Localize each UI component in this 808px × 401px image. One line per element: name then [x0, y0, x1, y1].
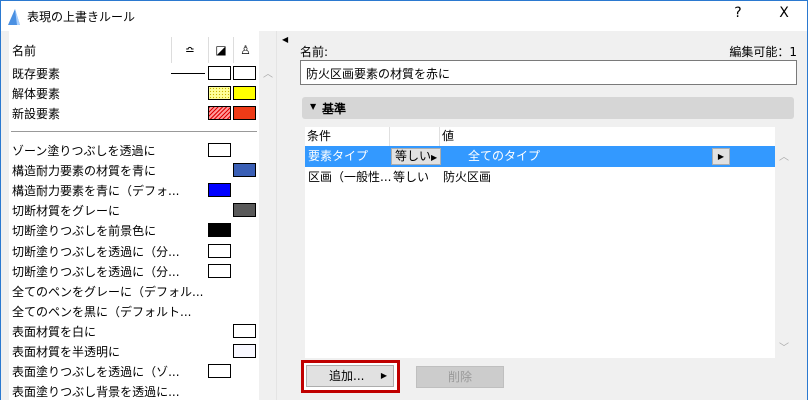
surface-color-swatch — [233, 86, 256, 100]
list-item[interactable]: 切断塗りつぶしを前景色に — [9, 220, 259, 240]
condition-cell: 区画（一般性... — [308, 170, 392, 184]
operator-cell: 等しい — [393, 170, 430, 184]
add-label: 追加... — [329, 369, 365, 383]
item-label: 切断材質をグレーに — [12, 204, 121, 219]
item-label: 新設要素 — [12, 107, 61, 121]
criteria-section-header[interactable]: ▼ 基準 — [302, 97, 794, 119]
list-item[interactable]: 既存要素 — [9, 63, 259, 83]
name-label: 名前: — [300, 45, 329, 59]
condition-cell: 要素タイプ — [308, 149, 369, 163]
value-menu-button[interactable]: ▶ — [712, 148, 730, 165]
fill-column-icon[interactable]: ◪ — [208, 37, 233, 63]
surface-color-swatch — [233, 163, 256, 178]
separator — [11, 131, 257, 132]
list-header: 名前 ≏ ◪ ♙ — [9, 37, 259, 63]
item-label: 切断塗りつぶしを前景色に — [12, 224, 157, 239]
scroll-up-icon[interactable]: ︿ — [263, 65, 273, 80]
line-column-icon[interactable]: ≏ — [171, 37, 208, 63]
list-item[interactable]: ゾーン塗りつぶしを透過に — [9, 140, 259, 160]
operator-value: 等しい — [395, 149, 432, 163]
header-value: 値 — [442, 129, 455, 143]
header-operator — [390, 127, 440, 146]
item-label: 構造耐力要素を青に（デフォ... — [12, 184, 180, 199]
list-item[interactable]: 全てのペンを黒に（デフォルト... — [9, 301, 259, 321]
item-label: 全てのペンを黒に（デフォルト... — [12, 304, 192, 319]
criteria-table: 条件 値 要素タイプ 等しい▶ 全てのタイプ ▶ 区画（一般性... 等しい 防… — [305, 127, 775, 358]
list-item[interactable]: 表面塗りつぶし背景を透過に... — [9, 381, 259, 401]
app-logo-icon — [8, 9, 20, 25]
item-label: 解体要素 — [12, 87, 61, 101]
list-item[interactable]: 切断塗りつぶしを透過に（分... — [9, 261, 259, 281]
fill-color-swatch — [208, 243, 231, 258]
item-label: 表面材質を半透明に — [12, 345, 121, 359]
surface-color-swatch — [233, 203, 256, 218]
fill-color-swatch — [208, 86, 231, 100]
item-label: 表面塗りつぶしを透過に（ゾ... — [12, 365, 180, 380]
fill-color-swatch — [208, 143, 231, 157]
fill-color-swatch — [208, 263, 231, 278]
column-name: 名前 — [12, 44, 37, 58]
window-title: 表現の上書きルール — [27, 10, 136, 24]
value-cell: 防火区画 — [443, 170, 492, 184]
submenu-arrow-icon: ▶ — [380, 371, 387, 380]
fill-color-swatch — [208, 364, 231, 379]
help-button[interactable]: ? — [723, 5, 753, 21]
list-item[interactable]: 表面塗りつぶしを透過に（ゾ... — [9, 361, 259, 381]
surface-color-swatch — [233, 323, 256, 338]
item-label: 切断塗りつぶしを透過に（分... — [12, 244, 180, 259]
item-label: 表面塗りつぶし背景を透過に... — [12, 385, 180, 400]
collapse-triangle-icon: ▼ — [310, 102, 317, 111]
add-button[interactable]: 追加... ▶ — [306, 365, 394, 387]
item-label: 既存要素 — [12, 67, 61, 81]
list-item[interactable]: 表面材質を白に — [9, 321, 259, 341]
table-row[interactable]: 要素タイプ 等しい▶ 全てのタイプ ▶ — [305, 146, 775, 167]
item-label: 構造耐力要素の材質を青に — [12, 164, 157, 179]
header-condition: 条件 — [305, 127, 390, 146]
scroll-up-icon[interactable]: ︿ — [779, 148, 789, 163]
fill-color-swatch — [208, 106, 231, 120]
list-item[interactable]: 切断塗りつぶしを透過に（分... — [9, 241, 259, 261]
close-button[interactable]: X — [769, 5, 799, 21]
fill-color-swatch — [208, 66, 231, 80]
fill-color-swatch — [208, 183, 231, 198]
value-cell: 全てのタイプ — [468, 149, 541, 163]
item-label: 表面材質を白に — [12, 324, 97, 339]
operator-dropdown[interactable]: 等しい▶ — [391, 148, 442, 165]
scroll-down-icon[interactable]: ﹀ — [779, 339, 789, 354]
rule-name-input[interactable]: 防火区画要素の材質を赤に — [300, 60, 797, 85]
editable-count: 編集可能：1 — [729, 45, 797, 59]
list-item[interactable]: 切断材質をグレーに — [9, 200, 259, 220]
arrow-right-icon: ▶ — [431, 153, 438, 162]
rules-list-panel: 名前 ≏ ◪ ♙ 既存要素 解体要素 新設要素 ゾーン塗りつぶしを透過に 構造耐力要素… — [1, 31, 276, 400]
section-title: 基準 — [322, 102, 347, 116]
line-swatch — [171, 73, 205, 74]
collapse-left-icon[interactable]: ◀ — [282, 35, 288, 44]
surface-color-swatch — [233, 66, 256, 80]
list-item[interactable]: 構造耐力要素の材質を青に — [9, 160, 259, 180]
delete-button[interactable]: 削除 — [416, 366, 504, 388]
item-label: 全てのペンをグレーに（デフォル... — [12, 284, 204, 299]
table-row[interactable]: 区画（一般性... 等しい 防火区画 — [305, 167, 775, 188]
list-item[interactable]: 全てのペンをグレーに（デフォル... — [9, 281, 259, 301]
surface-color-swatch — [233, 106, 256, 120]
list-item[interactable]: 新設要素 — [9, 103, 259, 123]
brush-column-icon[interactable]: ♙ — [233, 37, 257, 63]
item-label: ゾーン塗りつぶしを透過に — [12, 144, 156, 158]
list-item[interactable]: 構造耐力要素を青に（デフォ... — [9, 180, 259, 200]
title-bar: 表現の上書きルール ? X — [1, 1, 807, 31]
item-label: 切断塗りつぶしを透過に（分... — [12, 264, 180, 279]
surface-color-swatch — [233, 344, 256, 358]
rule-detail-panel: 名前: 編集可能：1 防火区画要素の材質を赤に ▼ 基準 条件 値 要素タイプ … — [290, 31, 807, 400]
fill-color-swatch — [208, 223, 231, 238]
list-item[interactable]: 表面材質を半透明に — [9, 341, 259, 361]
list-item[interactable]: 解体要素 — [9, 83, 259, 103]
panel-splitter[interactable]: ◀ — [276, 31, 290, 400]
